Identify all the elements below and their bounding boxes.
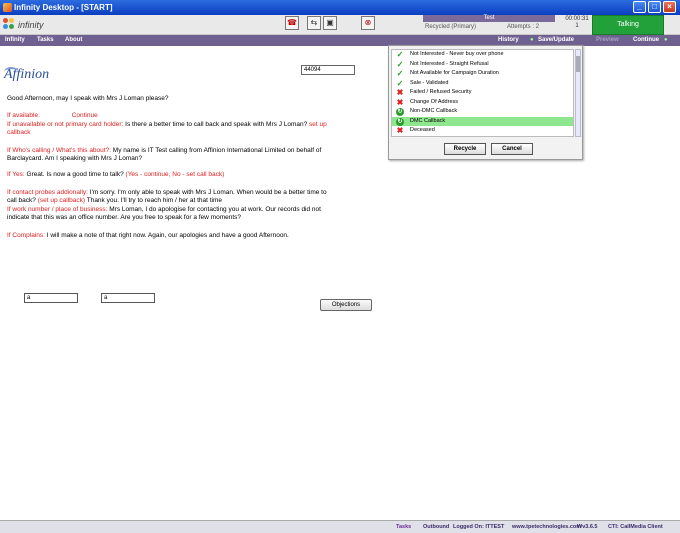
minimize-icon[interactable]: _ bbox=[633, 1, 646, 13]
work-number-label: If work number / place of business: bbox=[7, 206, 108, 213]
record-status: Recycled (Primary) bbox=[425, 24, 477, 30]
list-scrollbar[interactable] bbox=[575, 49, 581, 137]
history-button[interactable]: History bbox=[498, 37, 519, 43]
account-number-field[interactable]: 44094 bbox=[301, 65, 355, 75]
item-label: Non-DMC Callback bbox=[410, 108, 458, 114]
list-item[interactable]: ✓ Not Interested - Never buy over phone bbox=[392, 50, 573, 60]
complains-label: If Complains: bbox=[7, 232, 45, 239]
work-number-row: If work number / place of business: Mrs … bbox=[7, 206, 327, 222]
menu-about[interactable]: About bbox=[65, 37, 82, 43]
save-icon: ● bbox=[530, 37, 534, 43]
objections-button[interactable]: Objections bbox=[320, 299, 372, 311]
unavailable-text: Is there a better time to call back and … bbox=[123, 121, 310, 128]
complains-text: I will make a note of that right now. Ag… bbox=[44, 232, 289, 239]
callback-icon: ↻ bbox=[396, 117, 404, 126]
status-cti: CTI: CallMedia Client bbox=[608, 524, 663, 530]
disposition-popup: ✓ Not Interested - Never buy over phone ✓… bbox=[388, 45, 583, 160]
who-calling-row: If Who's calling / What's this about?: M… bbox=[7, 147, 327, 163]
header-toolbar: infinity ☎ ⇆ ▣ ⊗ Test Recycled (Primary)… bbox=[0, 15, 680, 35]
cancel-button[interactable]: Cancel bbox=[491, 143, 533, 155]
campaign-info: Test Recycled (Primary) Attempts : 2 bbox=[423, 15, 555, 35]
if-available-label: If available: bbox=[7, 112, 40, 119]
input-field-2[interactable]: a bbox=[101, 293, 155, 303]
recycle-button[interactable]: Recycle bbox=[444, 143, 486, 155]
list-item[interactable]: ↻ Non-DMC Callback bbox=[392, 107, 573, 117]
cross-icon: ✖ bbox=[396, 126, 404, 135]
item-label: Not Available for Campaign Duration bbox=[410, 70, 499, 76]
continue-icon: ● bbox=[664, 37, 668, 43]
preview-button[interactable]: Preview bbox=[596, 37, 619, 43]
status-mode: Outbound bbox=[423, 524, 450, 530]
status-tasks[interactable]: Tasks bbox=[396, 524, 411, 530]
yes-options-link[interactable]: (Yes - continue, No - set call back) bbox=[126, 171, 225, 178]
campaign-name: Test bbox=[423, 15, 555, 22]
yes-text: Great. Is now a good time to talk? bbox=[24, 171, 126, 178]
scrollbar-thumb[interactable] bbox=[576, 56, 580, 72]
logo-swoosh-icon bbox=[4, 67, 18, 77]
list-item[interactable]: ✓ Not Available for Campaign Duration bbox=[392, 69, 573, 79]
cross-icon: ✖ bbox=[396, 97, 404, 107]
close-icon[interactable]: × bbox=[663, 1, 676, 13]
if-yes-label: If Yes: bbox=[7, 171, 25, 178]
app-icon bbox=[3, 3, 12, 12]
contact-probes-label: If contact probes addionally: bbox=[7, 189, 88, 196]
menu-tasks[interactable]: Tasks bbox=[37, 37, 54, 43]
continue-link[interactable]: Continue bbox=[72, 112, 98, 119]
check-icon: ✓ bbox=[396, 69, 404, 78]
item-label: Sale - Validated bbox=[410, 79, 449, 86]
if-available-row: If available: Continue bbox=[7, 112, 327, 120]
list-item[interactable]: ✓ Sale - Validated bbox=[392, 79, 573, 89]
timer-sub: 1 bbox=[575, 23, 579, 29]
transfer-icon[interactable]: ⇆ bbox=[307, 16, 321, 30]
status-version: Wv3.6.5 bbox=[577, 524, 598, 530]
item-label: DMC Callback bbox=[410, 117, 446, 124]
list-item[interactable]: ✓ Not Interested - Straight Refusal bbox=[392, 60, 573, 70]
window-title: Infinity Desktop - [START] bbox=[14, 3, 113, 12]
probes-text-2: Thank you. I'll try to reach him / her a… bbox=[85, 197, 223, 204]
item-label: Failed / Refused Security bbox=[410, 89, 472, 95]
item-label: Not Interested - Straight Refusal bbox=[410, 60, 489, 67]
logo-mark-icon bbox=[3, 18, 15, 30]
maximize-icon[interactable]: □ bbox=[648, 1, 661, 13]
list-item[interactable]: ✖ Deceased bbox=[392, 126, 573, 136]
check-icon: ✓ bbox=[396, 59, 404, 69]
status-site: www.tpetechnologies.com bbox=[512, 524, 582, 530]
menu-infinity[interactable]: Infinity bbox=[5, 37, 25, 43]
check-icon: ✓ bbox=[396, 78, 404, 88]
who-calling-label: If Who's calling / What's this about?: bbox=[7, 147, 111, 154]
check-icon: ✓ bbox=[396, 50, 404, 59]
if-yes-row: If Yes: Great. Is now a good time to tal… bbox=[7, 171, 327, 179]
timer-value: 00:00:31 bbox=[565, 16, 589, 22]
if-unavailable-label: If unavailable or not primary card holde… bbox=[7, 121, 124, 128]
cross-icon: ✖ bbox=[396, 88, 404, 97]
continue-button[interactable]: Continue bbox=[633, 37, 659, 43]
complains-row: If Complains: I will make a note of that… bbox=[7, 232, 327, 240]
conference-icon[interactable]: ▣ bbox=[323, 16, 337, 30]
call-timer: 00:00:31 1 bbox=[563, 15, 591, 35]
title-bar: Infinity Desktop - [START] _ □ × bbox=[0, 0, 680, 15]
list-item[interactable]: ✖ Change Of Address bbox=[392, 98, 573, 108]
input-field-1[interactable]: a bbox=[24, 293, 78, 303]
stop-icon[interactable]: ⊗ bbox=[361, 16, 375, 30]
probes-callback-link[interactable]: (set up callback) bbox=[38, 197, 85, 204]
status-bar: Tasks Outbound Logged On: ITTEST www.tpe… bbox=[0, 520, 680, 533]
save-update-button[interactable]: Save/Update bbox=[538, 37, 574, 43]
list-item[interactable]: ✖ Failed / Refused Security bbox=[392, 88, 573, 98]
if-unavailable-row: If unavailable or not primary card holde… bbox=[7, 121, 327, 137]
hangup-icon[interactable]: ☎ bbox=[285, 16, 299, 30]
item-label: Not Interested - Never buy over phone bbox=[410, 51, 504, 57]
item-label: Change Of Address bbox=[410, 98, 459, 105]
item-label: Deceased bbox=[410, 127, 435, 133]
affinion-logo: Affinion bbox=[4, 67, 49, 83]
callback-icon: ↻ bbox=[396, 108, 404, 116]
logo-text: infinity bbox=[18, 20, 44, 30]
greeting-text: Good Afternoon, may I speak with Mrs J L… bbox=[7, 95, 169, 102]
attempts-count: Attempts : 2 bbox=[507, 24, 540, 30]
status-logged-on: Logged On: ITTEST bbox=[453, 524, 505, 530]
infinity-logo: infinity bbox=[3, 17, 63, 33]
call-state-badge: Talking bbox=[592, 15, 664, 35]
disposition-list[interactable]: ✓ Not Interested - Never buy over phone ✓… bbox=[391, 49, 574, 137]
list-item-selected[interactable]: ↻ DMC Callback bbox=[392, 116, 573, 126]
contact-probes-row: If contact probes addionally: I'm sorry.… bbox=[7, 189, 327, 205]
